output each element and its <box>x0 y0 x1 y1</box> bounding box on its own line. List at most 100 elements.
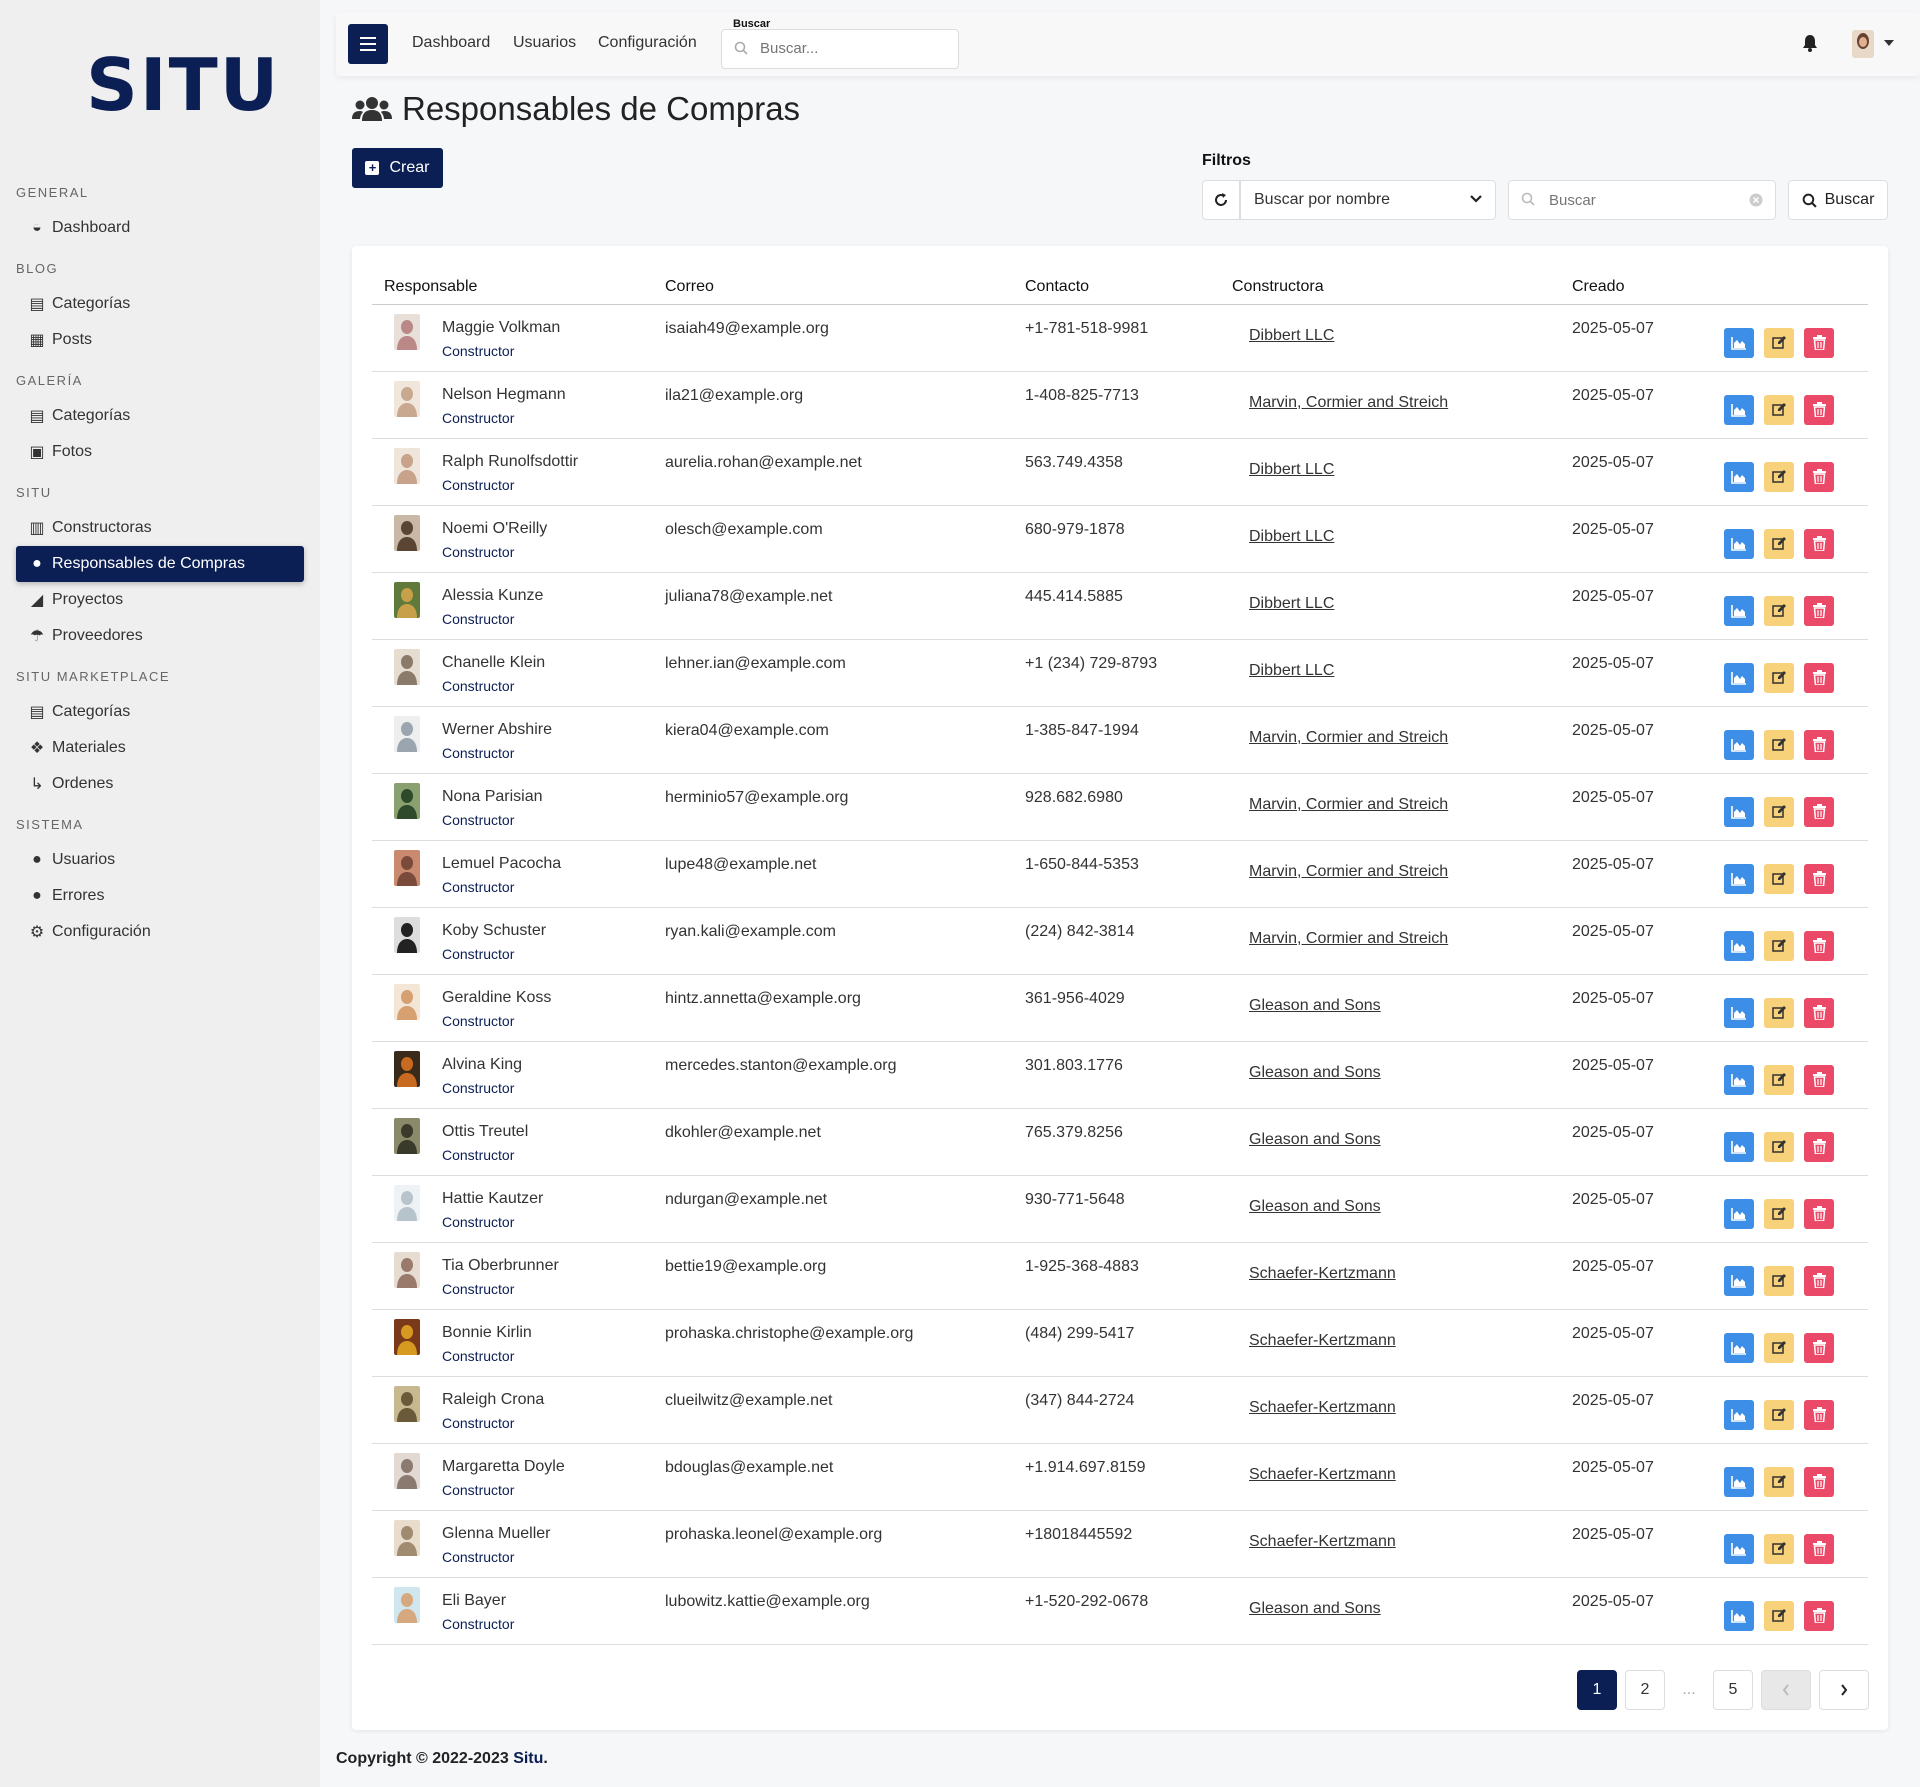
constructora-link[interactable]: Marvin, Cormier and Streich <box>1249 394 1448 412</box>
delete-button[interactable] <box>1804 1399 1834 1430</box>
view-projects-button[interactable] <box>1724 1533 1754 1564</box>
constructora-link[interactable]: Schaefer-Kertzmann <box>1249 1332 1396 1350</box>
constructora-link[interactable]: Gleason and Sons <box>1249 1198 1381 1216</box>
create-button[interactable]: + Crear <box>352 148 443 188</box>
delete-button[interactable] <box>1804 595 1834 626</box>
view-projects-button[interactable] <box>1724 1466 1754 1497</box>
constructora-link[interactable]: Dibbert LLC <box>1249 327 1334 345</box>
edit-button[interactable] <box>1764 1198 1794 1229</box>
view-projects-button[interactable] <box>1724 394 1754 425</box>
constructora-link[interactable]: Marvin, Cormier and Streich <box>1249 930 1448 948</box>
edit-button[interactable] <box>1764 662 1794 693</box>
view-projects-button[interactable] <box>1724 930 1754 961</box>
constructora-link[interactable]: Dibbert LLC <box>1249 662 1334 680</box>
edit-button[interactable] <box>1764 1265 1794 1296</box>
sidebar-item-errores[interactable]: ● Errores <box>16 878 304 914</box>
edit-button[interactable] <box>1764 595 1794 626</box>
view-projects-button[interactable] <box>1724 528 1754 559</box>
sidebar-item-posts[interactable]: ▦ Posts <box>16 322 304 358</box>
constructora-link[interactable]: Dibbert LLC <box>1249 461 1334 479</box>
view-projects-button[interactable] <box>1724 1064 1754 1095</box>
edit-button[interactable] <box>1764 1533 1794 1564</box>
edit-button[interactable] <box>1764 1131 1794 1162</box>
edit-button[interactable] <box>1764 1399 1794 1430</box>
delete-button[interactable] <box>1804 1466 1834 1497</box>
sidebar-item-categor-as[interactable]: ▤ Categorías <box>16 286 304 322</box>
top-link-dashboard[interactable]: Dashboard <box>412 34 490 52</box>
constructora-link[interactable]: Marvin, Cormier and Streich <box>1249 863 1448 881</box>
constructora-link[interactable]: Schaefer-Kertzmann <box>1249 1533 1396 1551</box>
clear-icon[interactable] <box>1749 193 1763 207</box>
delete-button[interactable] <box>1804 394 1834 425</box>
view-projects-button[interactable] <box>1724 863 1754 894</box>
edit-button[interactable] <box>1764 729 1794 760</box>
top-search-input[interactable] <box>760 30 950 66</box>
delete-button[interactable] <box>1804 729 1834 760</box>
delete-button[interactable] <box>1804 997 1834 1028</box>
edit-button[interactable] <box>1764 1466 1794 1497</box>
filter-type-select[interactable]: Buscar por nombre <box>1240 180 1496 220</box>
sidebar-item-responsables-de-compras[interactable]: ● Responsables de Compras <box>16 546 304 582</box>
delete-button[interactable] <box>1804 796 1834 827</box>
top-link-usuarios[interactable]: Usuarios <box>513 34 576 52</box>
view-projects-button[interactable] <box>1724 729 1754 760</box>
pagination-next-button[interactable] <box>1819 1670 1869 1710</box>
constructora-link[interactable]: Dibbert LLC <box>1249 595 1334 613</box>
delete-button[interactable] <box>1804 327 1834 358</box>
constructora-link[interactable]: Gleason and Sons <box>1249 1064 1381 1082</box>
filter-search-input[interactable] <box>1549 183 1739 217</box>
view-projects-button[interactable] <box>1724 327 1754 358</box>
pagination-prev-button[interactable] <box>1761 1670 1811 1710</box>
constructora-link[interactable]: Schaefer-Kertzmann <box>1249 1466 1396 1484</box>
caret-down-icon[interactable] <box>1884 40 1894 46</box>
edit-button[interactable] <box>1764 461 1794 492</box>
delete-button[interactable] <box>1804 1332 1834 1363</box>
view-projects-button[interactable] <box>1724 1198 1754 1229</box>
constructora-link[interactable]: Schaefer-Kertzmann <box>1249 1265 1396 1283</box>
search-button[interactable]: Buscar <box>1788 180 1888 220</box>
menu-toggle-button[interactable] <box>348 24 388 64</box>
view-projects-button[interactable] <box>1724 1265 1754 1296</box>
delete-button[interactable] <box>1804 1265 1834 1296</box>
sidebar-item-constructoras[interactable]: ▥ Constructoras <box>16 510 304 546</box>
sidebar-item-proveedores[interactable]: ☂ Proveedores <box>16 618 304 654</box>
delete-button[interactable] <box>1804 1198 1834 1229</box>
delete-button[interactable] <box>1804 1600 1834 1631</box>
view-projects-button[interactable] <box>1724 1600 1754 1631</box>
view-projects-button[interactable] <box>1724 796 1754 827</box>
delete-button[interactable] <box>1804 863 1834 894</box>
sidebar-item-materiales[interactable]: ❖ Materiales <box>16 730 304 766</box>
delete-button[interactable] <box>1804 662 1834 693</box>
view-projects-button[interactable] <box>1724 662 1754 693</box>
sidebar-item-proyectos[interactable]: ◢ Proyectos <box>16 582 304 618</box>
edit-button[interactable] <box>1764 997 1794 1028</box>
delete-button[interactable] <box>1804 1064 1834 1095</box>
sidebar-item-fotos[interactable]: ▣ Fotos <box>16 434 304 470</box>
sidebar-item-usuarios[interactable]: ● Usuarios <box>16 842 304 878</box>
constructora-link[interactable]: Gleason and Sons <box>1249 1131 1381 1149</box>
edit-button[interactable] <box>1764 528 1794 559</box>
view-projects-button[interactable] <box>1724 1332 1754 1363</box>
view-projects-button[interactable] <box>1724 461 1754 492</box>
sidebar-item-categor-as[interactable]: ▤ Categorías <box>16 694 304 730</box>
delete-button[interactable] <box>1804 930 1834 961</box>
view-projects-button[interactable] <box>1724 997 1754 1028</box>
constructora-link[interactable]: Schaefer-Kertzmann <box>1249 1399 1396 1417</box>
delete-button[interactable] <box>1804 528 1834 559</box>
edit-button[interactable] <box>1764 1332 1794 1363</box>
edit-button[interactable] <box>1764 1600 1794 1631</box>
constructora-link[interactable]: Gleason and Sons <box>1249 1600 1381 1618</box>
view-projects-button[interactable] <box>1724 1131 1754 1162</box>
delete-button[interactable] <box>1804 461 1834 492</box>
view-projects-button[interactable] <box>1724 1399 1754 1430</box>
constructora-link[interactable]: Gleason and Sons <box>1249 997 1381 1015</box>
edit-button[interactable] <box>1764 1064 1794 1095</box>
refresh-button[interactable] <box>1202 180 1240 220</box>
constructora-link[interactable]: Marvin, Cormier and Streich <box>1249 796 1448 814</box>
view-projects-button[interactable] <box>1724 595 1754 626</box>
pagination-page[interactable]: 2 <box>1625 1670 1665 1710</box>
footer-brand[interactable]: Situ <box>513 1750 543 1767</box>
constructora-link[interactable]: Marvin, Cormier and Streich <box>1249 729 1448 747</box>
pagination-page[interactable]: 1 <box>1577 1670 1617 1710</box>
constructora-link[interactable]: Dibbert LLC <box>1249 528 1334 546</box>
